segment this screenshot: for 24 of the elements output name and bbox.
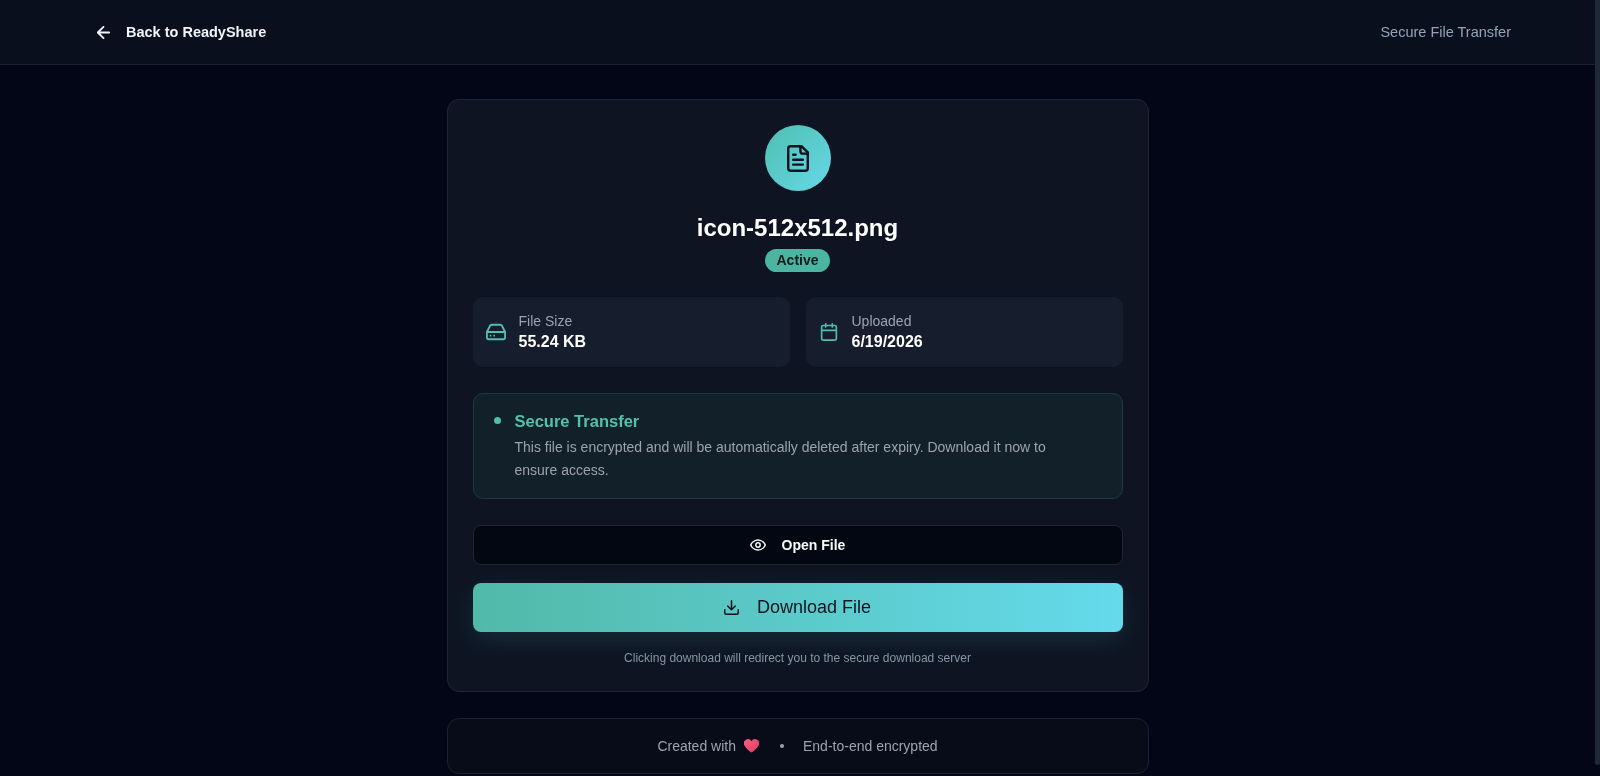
download-button[interactable]: Download File	[472, 583, 1123, 632]
status-badge: Active	[765, 249, 830, 272]
page-tagline: Secure File Transfer	[1380, 24, 1511, 40]
notice-text: This file is encrypted and will be automatically deleted after expiry. Download it now to ensure access.	[514, 438, 1047, 480]
back-arrow-icon	[97, 25, 110, 39]
download-icon	[723, 600, 739, 615]
footer-encryption-note: End-to-end encrypted	[802, 737, 938, 756]
detail-value: 6/19/2026	[851, 332, 923, 352]
open-file-button[interactable]: Open File	[472, 525, 1123, 565]
detail-value: 55.24 KB	[518, 332, 587, 352]
scrollbar-thumb[interactable]	[1595, 0, 1600, 765]
download-note: Clicking download will redirect you to the secure download server	[624, 651, 971, 665]
back-link[interactable]: Back to ReadyShare	[97, 24, 267, 40]
detail-label: File Size	[518, 312, 574, 330]
notice-title: Secure Transfer	[514, 411, 640, 432]
eye-icon	[749, 539, 766, 551]
hard-drive-icon	[485, 323, 506, 341]
detail-label: Uploaded	[851, 312, 913, 330]
notice-dot-icon	[493, 417, 501, 424]
file-name: icon-512x512.png	[696, 213, 899, 243]
calendar-icon	[818, 323, 839, 341]
separator-dot-icon	[779, 744, 784, 748]
footer-credit: Created with	[657, 737, 736, 756]
heart-icon	[743, 739, 759, 753]
